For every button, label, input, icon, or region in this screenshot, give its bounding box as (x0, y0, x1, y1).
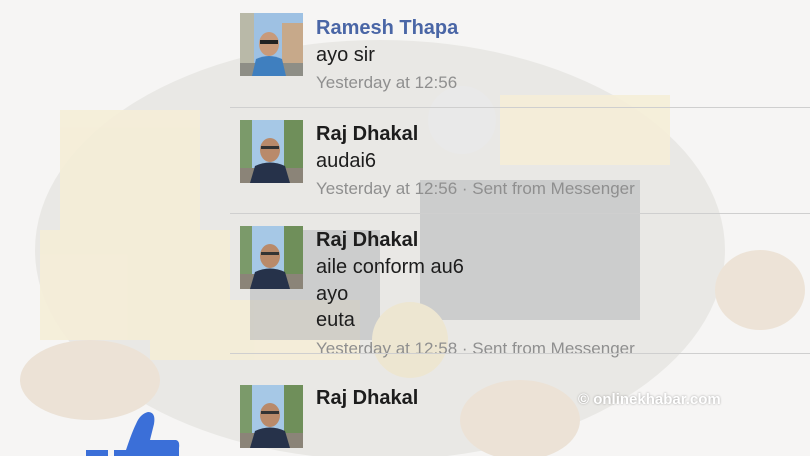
message-text: ayo (316, 283, 349, 305)
watermark: © onlinekhabar.com (578, 391, 721, 408)
message-item: Raj Dhakal audai6 Yesterday at 12:56 · S… (230, 108, 810, 213)
sender-name[interactable]: Raj Dhakal (316, 229, 418, 252)
message-text: euta (316, 309, 355, 331)
message-text: aile conform au6 (316, 256, 464, 278)
message-text: ayo sir (316, 44, 375, 66)
avatar[interactable] (240, 226, 303, 289)
sender-name[interactable]: Raj Dhakal (316, 387, 418, 410)
thumbs-up-icon (86, 410, 180, 456)
avatar[interactable] (240, 120, 303, 183)
message-item: Raj Dhakal (230, 354, 810, 456)
avatar[interactable] (240, 13, 303, 76)
message-timestamp[interactable]: Yesterday at 12:56 (316, 73, 457, 93)
message-item: Ramesh Thapa ayo sir Yesterday at 12:56 (230, 0, 810, 107)
message-timestamp[interactable]: Yesterday at 12:56 · Sent from Messenger (316, 179, 635, 199)
message-thread: Ramesh Thapa ayo sir Yesterday at 12:56 … (230, 0, 810, 456)
sender-name[interactable]: Raj Dhakal (316, 123, 418, 146)
message-item: Raj Dhakal aile conform au6 ayo euta Yes… (230, 214, 810, 358)
avatar[interactable] (240, 385, 303, 448)
message-text: audai6 (316, 150, 377, 172)
sender-name[interactable]: Ramesh Thapa (316, 17, 458, 40)
